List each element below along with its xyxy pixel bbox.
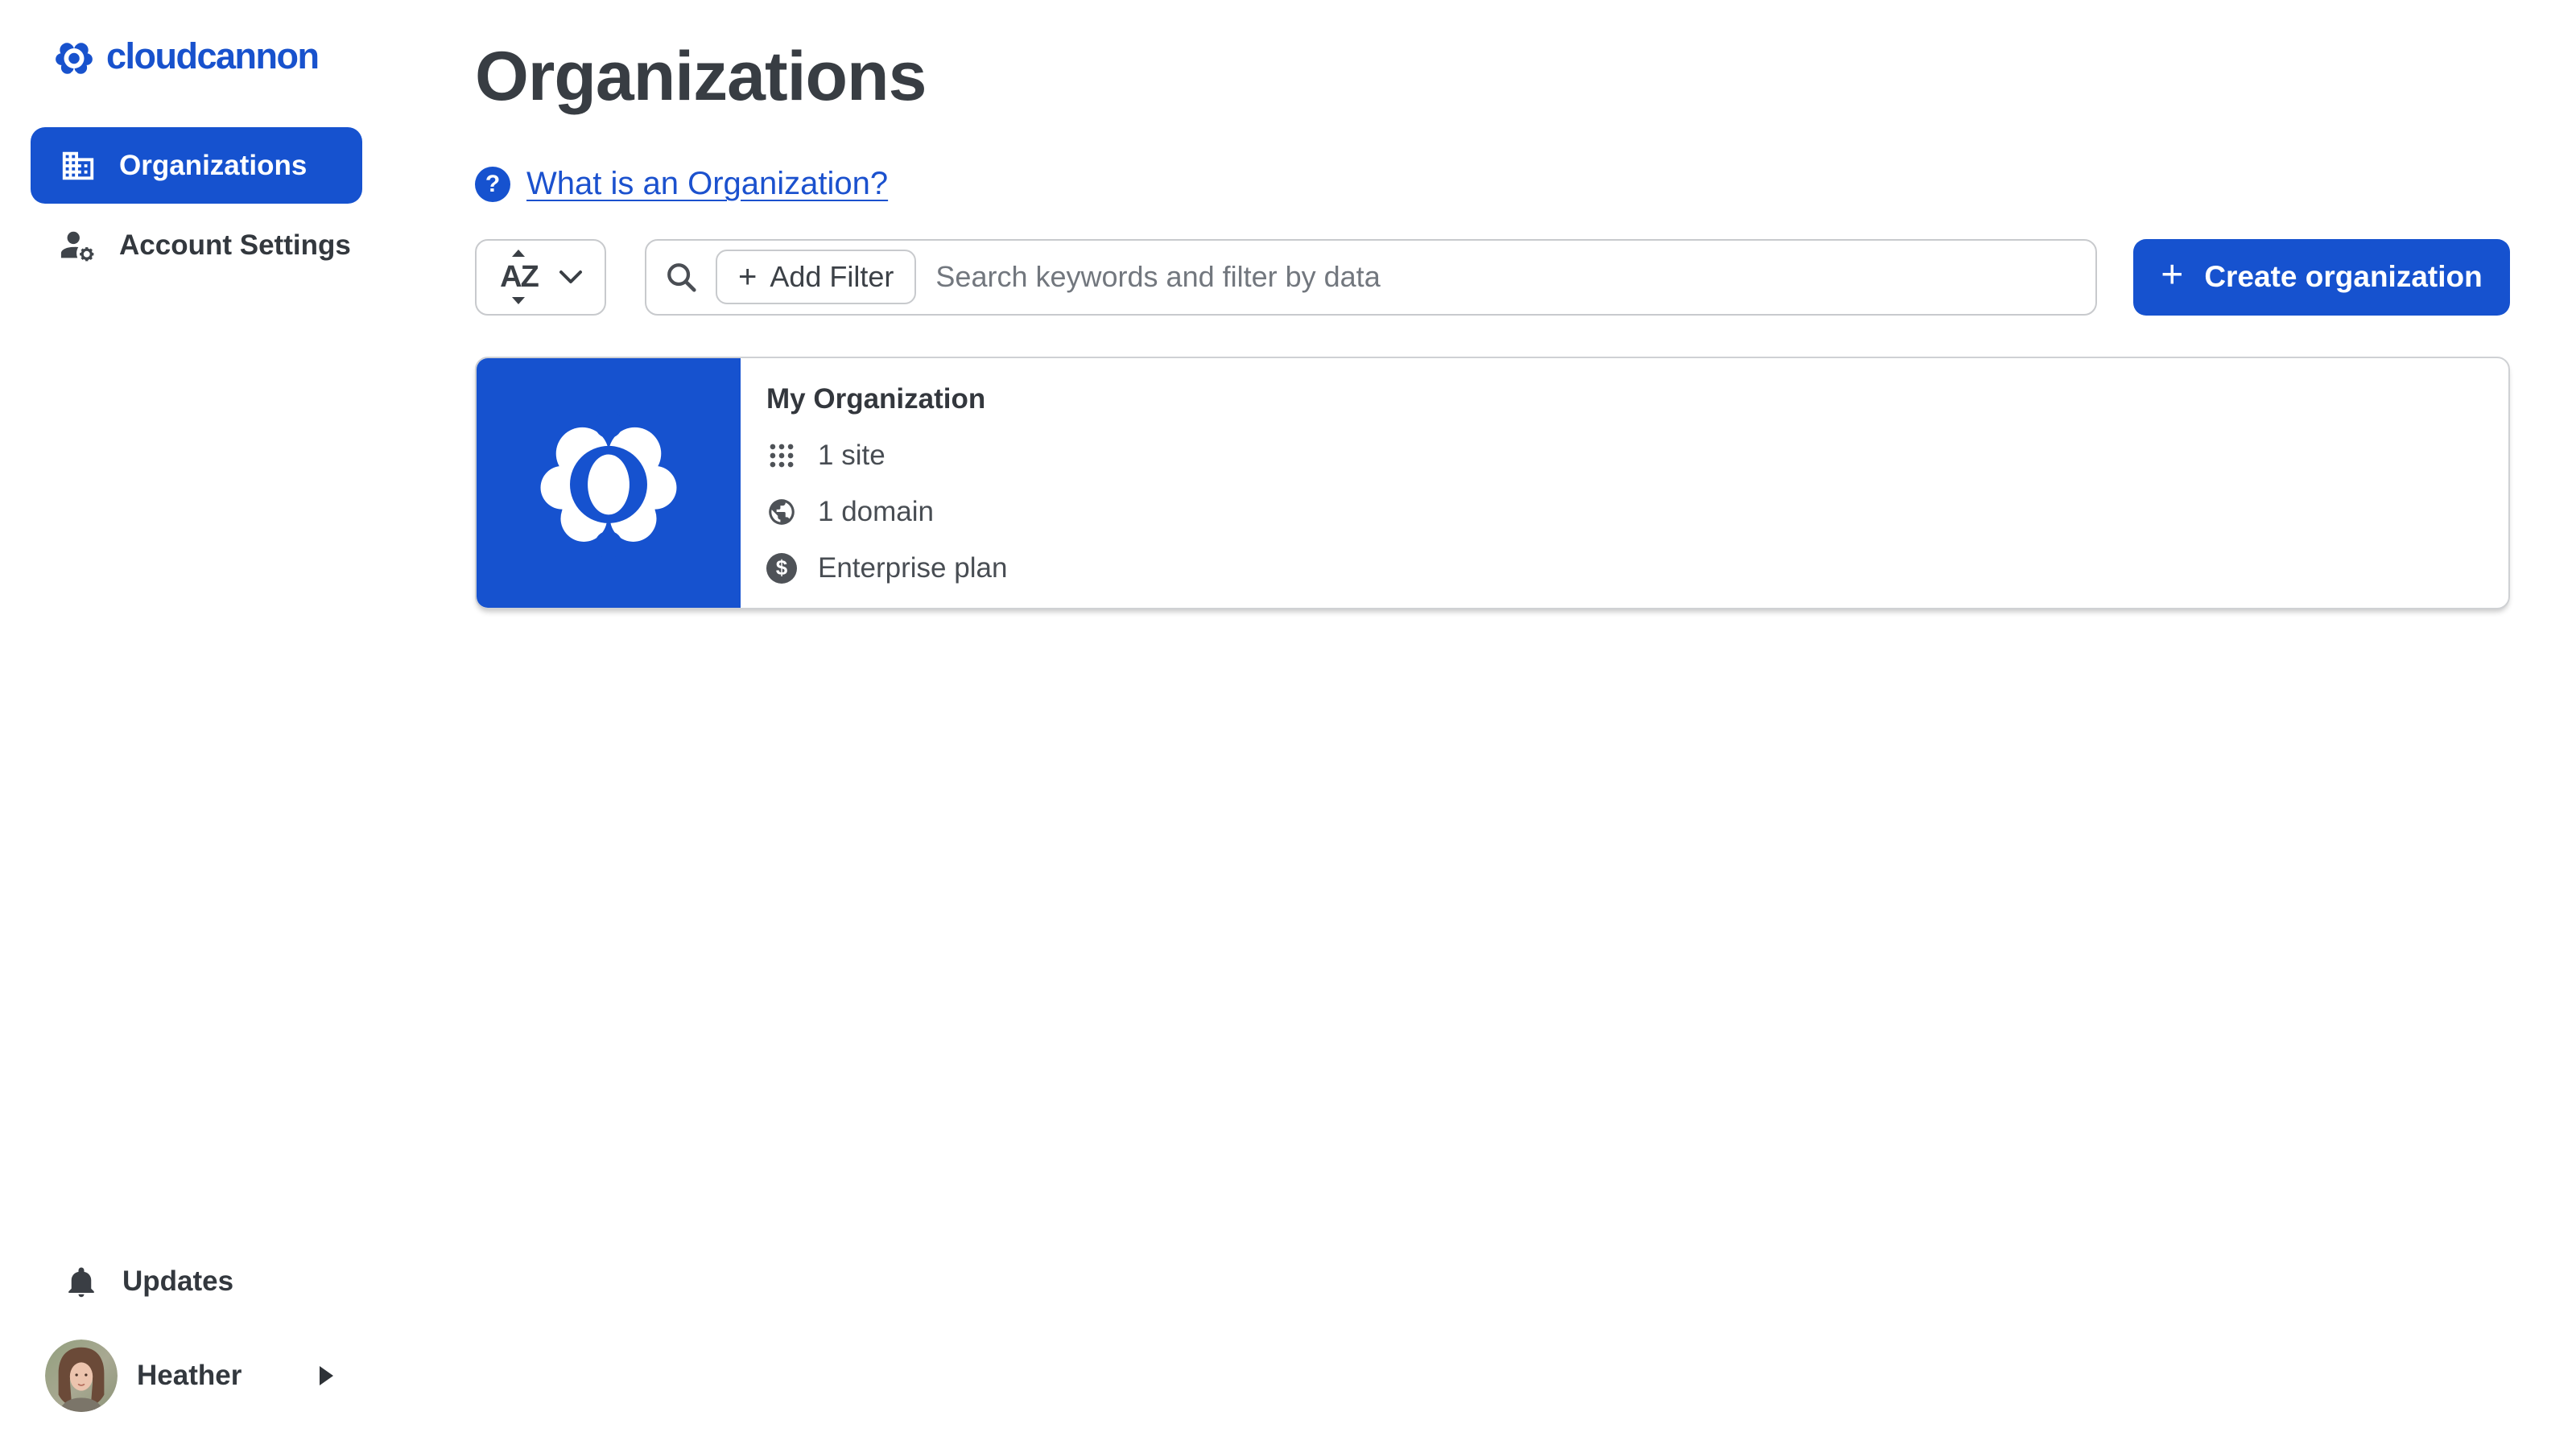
brand-name: cloudcannon [106,38,319,79]
question-icon: ? [475,167,510,202]
sidebar-nav: Organizations Account Settings [31,127,362,275]
plan-row: $ Enterprise plan [766,540,1007,597]
sidebar: cloudcannon Organizations Account S [0,0,393,1449]
sites-count: 1 site [818,440,886,472]
search-icon [663,258,700,295]
plus-icon: + [2161,256,2183,295]
sort-dropdown[interactable]: AZ [475,239,606,316]
dollar-icon: $ [766,553,797,584]
user-menu[interactable]: Heather [45,1340,362,1412]
organization-logo-tile [477,358,741,608]
search-bar: + Add Filter [645,239,2097,316]
user-name: Heather [137,1360,242,1392]
search-input[interactable] [935,260,2074,294]
sort-desc-arrow-icon [512,297,525,304]
organization-card[interactable]: My Organization 1 site [475,357,2510,609]
sort-az-icon: AZ [498,252,539,302]
domains-row: 1 domain [766,484,1007,540]
globe-icon [766,497,797,527]
cloudcannon-mark-icon [531,406,686,560]
sidebar-item-organizations[interactable]: Organizations [31,127,362,204]
brand-logo[interactable]: cloudcannon [0,0,393,79]
sidebar-footer: Updates [0,1261,393,1449]
building-icon [60,147,97,184]
sidebar-item-account-settings[interactable]: Account Settings [31,217,362,275]
updates-label: Updates [122,1265,233,1298]
main-content: Organizations ? What is an Organization?… [393,0,2576,1449]
create-organization-label: Create organization [2204,260,2482,294]
chevron-down-icon [559,269,583,285]
toolbar: AZ + Add Filter + [475,239,2510,316]
grid-sites-icon [766,440,797,471]
avatar [45,1340,118,1412]
add-filter-button[interactable]: + Add Filter [716,250,916,304]
plan-name: Enterprise plan [818,552,1007,584]
organization-details: My Organization 1 site [741,358,1007,608]
sites-row: 1 site [766,427,1007,484]
cloudcannon-logo-icon [53,37,95,79]
chevron-right-icon [320,1366,333,1385]
organization-name: My Organization [766,382,1007,416]
create-organization-button[interactable]: + Create organization [2133,239,2510,316]
page-title: Organizations [475,39,2510,115]
bell-icon [64,1265,98,1298]
domains-count: 1 domain [818,496,934,528]
plus-icon: + [738,261,757,293]
person-gear-icon [60,227,97,264]
what-is-organization-link[interactable]: What is an Organization? [526,166,888,202]
sidebar-item-label: Organizations [119,150,307,182]
sort-asc-arrow-icon [512,250,525,257]
help-row: ? What is an Organization? [475,165,2510,204]
add-filter-label: Add Filter [770,260,894,294]
sidebar-item-label: Account Settings [119,229,351,262]
app-window: cloudcannon Organizations Account S [0,0,2576,1449]
updates-button[interactable]: Updates [64,1261,362,1302]
